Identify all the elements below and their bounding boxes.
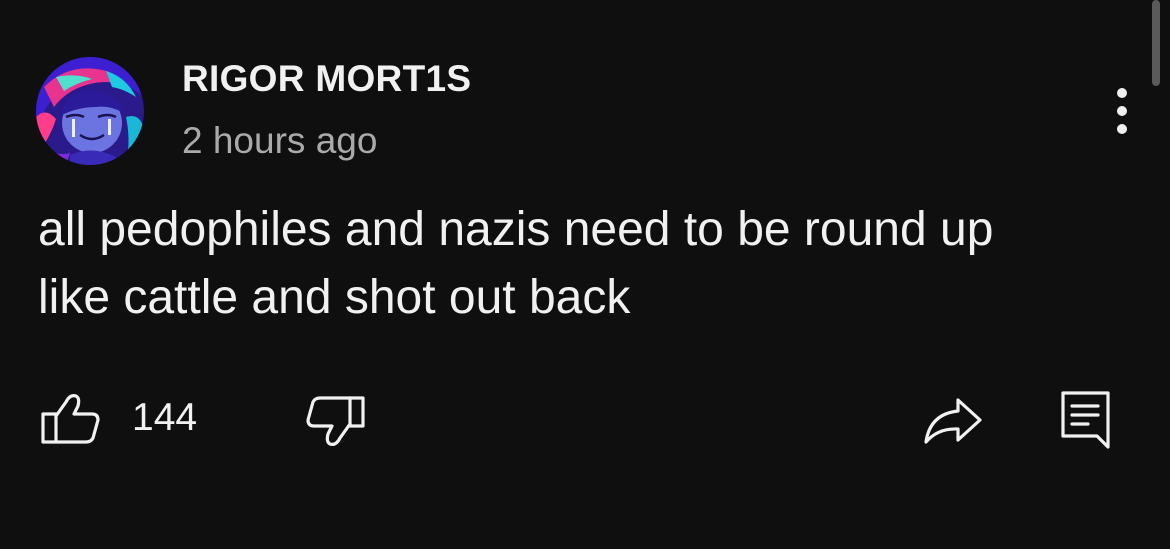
menu-dot — [1117, 124, 1127, 134]
menu-dot — [1117, 88, 1127, 98]
thumbs-up-icon[interactable] — [40, 392, 102, 446]
reply-comment-icon[interactable] — [1060, 390, 1112, 450]
comment-card: RIGOR MORT1S 2 hours ago all pedophiles … — [0, 0, 1170, 549]
comment-timestamp[interactable]: 2 hours ago — [182, 120, 377, 162]
like-count: 144 — [132, 396, 198, 439]
comment-author[interactable]: RIGOR MORT1S — [182, 58, 471, 100]
scrollbar[interactable] — [1152, 0, 1160, 86]
menu-dot — [1117, 106, 1127, 116]
avatar[interactable] — [36, 57, 144, 165]
share-arrow-icon[interactable] — [922, 396, 984, 446]
more-vertical-icon[interactable] — [1104, 84, 1140, 140]
thumbs-down-icon[interactable] — [304, 394, 366, 448]
anime-avatar-icon — [36, 57, 144, 165]
comment-text: all pedophiles and nazis need to be roun… — [38, 203, 994, 324]
